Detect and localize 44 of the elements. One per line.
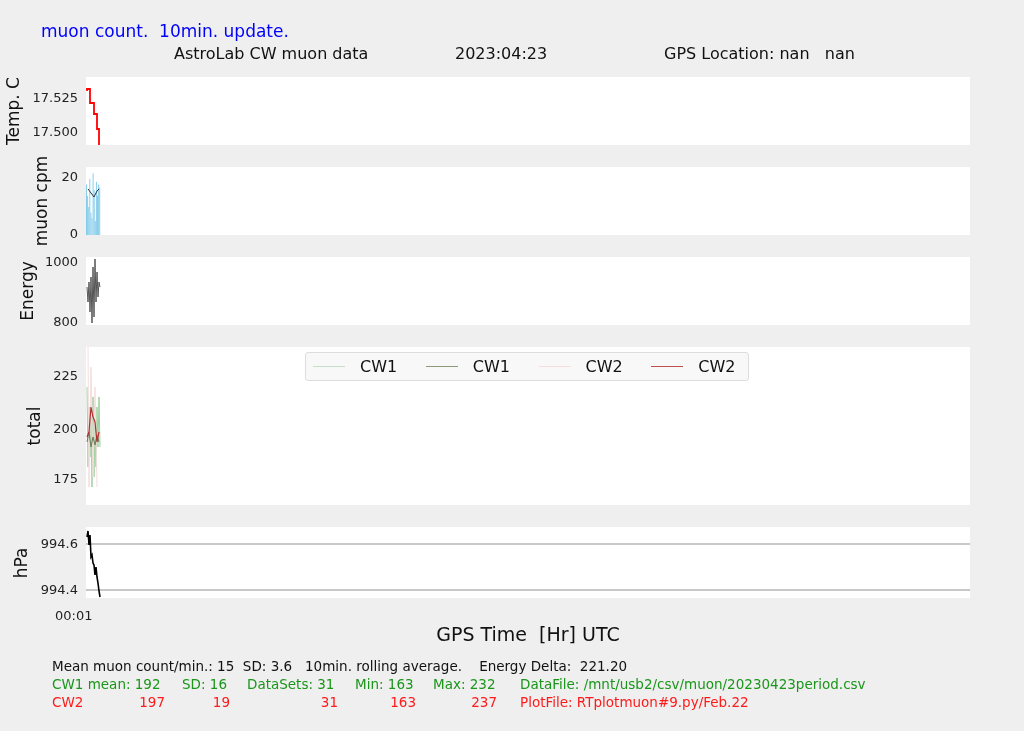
chart-subtitle: GPS Location: nan nan: [664, 44, 855, 63]
stat-value: 197: [139, 693, 165, 711]
legend-label: CW1: [360, 355, 398, 378]
legend-label: CW1: [472, 355, 510, 378]
y-tick-label: 175: [53, 471, 78, 485]
y-tick-label: 0: [69, 226, 78, 240]
row-label: CW2: [52, 693, 84, 711]
x-axis-label: GPS Time [Hr] UTC: [436, 622, 620, 647]
y-tick-label: 800: [53, 314, 78, 328]
temperature-line: [86, 88, 100, 146]
legend-label: CW2: [585, 355, 623, 378]
stat-text: SD: 16: [182, 675, 227, 693]
stat-value: 19: [212, 693, 230, 711]
y-tick-label: 994.6: [40, 536, 78, 550]
energy-line: [86, 258, 101, 324]
chart-subtitle: AstroLab CW muon data: [174, 44, 369, 63]
stat-text: CW1 mean: 192: [52, 675, 161, 693]
stat-text: DataSets: 31: [247, 675, 335, 693]
pressure-line: [86, 530, 101, 598]
page-title: muon count. 10min. update.: [41, 21, 289, 41]
legend-label: CW2: [698, 355, 736, 378]
y-tick-label: 994.4: [40, 582, 78, 596]
stat-text: Min: 163: [355, 675, 414, 693]
y-axis-label: Temp. C: [2, 77, 25, 145]
stat-value: 31: [320, 693, 338, 711]
muon-count-bars: [86, 173, 101, 235]
y-tick-label: 1000: [44, 254, 78, 268]
stat-value: 237: [471, 693, 497, 711]
summary-text: Mean muon count/min.: 15 SD: 3.6 10min. rolling average. Energy Delta: 221.20: [52, 658, 628, 674]
y-tick-label: 17.500: [32, 124, 78, 138]
y-tick-label: 225: [53, 368, 78, 382]
y-axis-label: muon cpm: [30, 155, 53, 247]
x-tick-label: 00:01: [55, 608, 93, 623]
file-path: DataFile: /mnt/usb2/csv/muon/20230423period.csv: [520, 675, 866, 693]
y-tick-label: 17.525: [32, 90, 78, 104]
file-path: PlotFile: RTplotmuon#9.py/Feb.22: [520, 693, 749, 711]
y-tick-label: 20: [61, 169, 78, 183]
y-axis-label: total: [23, 406, 46, 446]
y-tick-label: 200: [53, 421, 78, 435]
chart-subtitle: 2023:04:23: [455, 44, 548, 63]
y-axis-label: hPa: [10, 547, 33, 578]
stat-text: Max: 232: [433, 675, 496, 693]
stat-value: 163: [390, 693, 416, 711]
y-axis-label: Energy: [16, 261, 39, 321]
